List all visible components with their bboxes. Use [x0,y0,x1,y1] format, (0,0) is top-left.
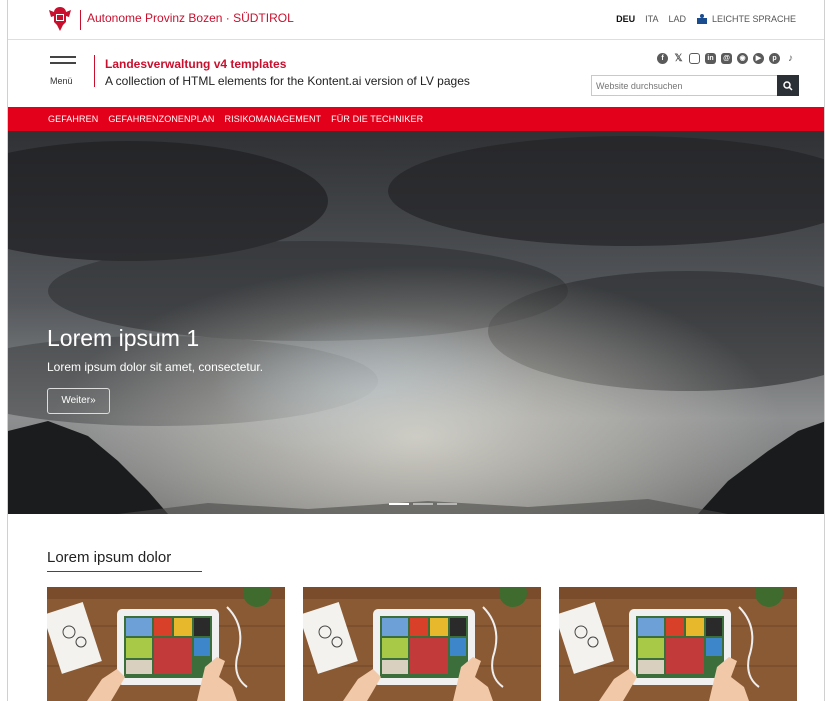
threads-icon[interactable]: @ [721,53,732,64]
x-icon[interactable]: 𝕏 [673,53,684,64]
site-header: Menü Landesverwaltung v4 templates A col… [8,41,824,107]
search-icon [783,80,793,91]
easy-language-link[interactable]: LEICHTE SPRACHE [696,13,796,25]
nav-item-gefahrenzonenplan[interactable]: GEFAHRENZONENPLAN [108,114,214,124]
slide-indicator-1[interactable] [389,503,409,505]
card-image [303,587,541,701]
org-name-link[interactable]: Autonome Provinz Bozen · SÜDTIROL [87,11,294,25]
nav-item-gefahren[interactable]: GEFAHREN [48,114,98,124]
hero-title: Lorem ipsum 1 [47,325,200,351]
card-image [47,587,285,701]
hero-continue-button[interactable]: Weiter» [47,388,110,414]
lang-ita-link[interactable]: ITA [645,14,658,24]
facebook-icon[interactable]: f [657,53,668,64]
lang-deu-link[interactable]: DEU [616,14,635,24]
nav-item-fuer-die-techniker[interactable]: FÜR DIE TECHNIKER [331,114,423,124]
eagle-crest-icon[interactable] [46,5,74,33]
slide-indicator-3[interactable] [437,503,457,505]
easy-language-icon [696,14,707,24]
top-bar: Autonome Provinz Bozen · SÜDTIROL DEU IT… [8,0,824,40]
social-links: f 𝕏 in @ ◉ ▶ p ♪ [657,53,796,64]
card-image [559,587,797,701]
slide-indicator-2[interactable] [413,503,433,505]
whatsapp-icon[interactable]: ◉ [737,53,748,64]
header-separator [94,55,95,87]
instagram-icon[interactable] [689,53,700,64]
menu-button[interactable]: Menü [48,53,78,91]
card-1[interactable] [47,587,285,701]
site-subtitle: A collection of HTML elements for the Ko… [105,74,470,88]
section-title: Lorem ipsum dolor [47,549,172,566]
section-title-underline [47,571,202,572]
language-switcher: DEU ITA LAD LEICHTE SPRACHE [616,13,796,25]
menu-label: Menü [50,76,73,86]
main-nav: GEFAHREN GEFAHRENZONENPLAN RISIKOMANAGEM… [8,107,824,131]
hero-image [8,131,824,514]
hamburger-icon-bar [50,62,76,64]
slider-indicators [389,503,457,505]
youtube-icon[interactable]: ▶ [753,53,764,64]
page-frame: Autonome Provinz Bozen · SÜDTIROL DEU IT… [7,0,825,701]
card-2[interactable] [303,587,541,701]
site-title[interactable]: Landesverwaltung v4 templates [105,57,286,71]
search-button[interactable] [777,75,799,96]
linkedin-icon[interactable]: in [705,53,716,64]
search-box [591,75,799,96]
lang-lad-link[interactable]: LAD [668,14,686,24]
pinterest-icon[interactable]: p [769,53,780,64]
hero-text: Lorem ipsum dolor sit amet, consectetur. [47,360,264,374]
card-3[interactable] [559,587,797,701]
tiktok-icon[interactable]: ♪ [785,53,796,64]
easy-language-label: LEICHTE SPRACHE [711,14,796,24]
hero-slider: Lorem ipsum 1 Lorem ipsum dolor sit amet… [8,131,824,514]
nav-item-risikomanagement[interactable]: RISIKOMANAGEMENT [225,114,322,124]
org-separator [80,10,81,30]
hamburger-icon [50,56,76,58]
search-input[interactable] [592,76,776,95]
